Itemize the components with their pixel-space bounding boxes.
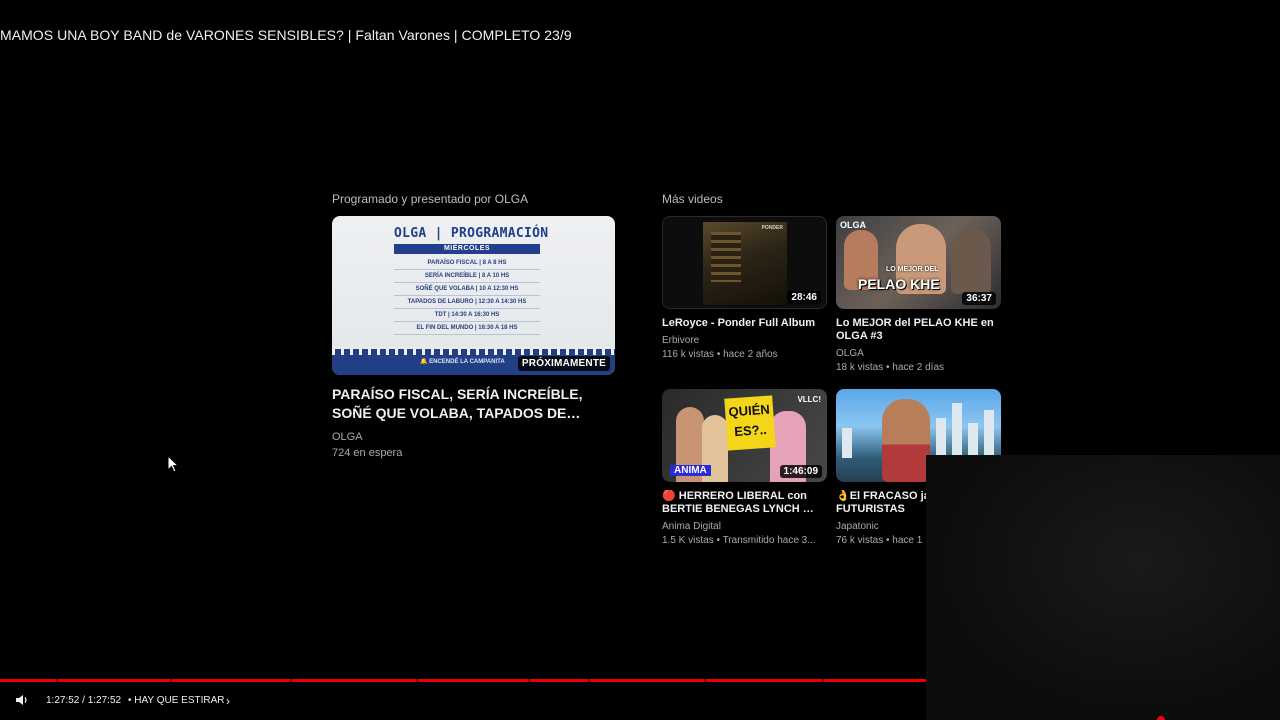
campanita-label: ENCENDÉ LA CAMPANITA: [429, 359, 505, 365]
thumb-program-header: OLGA | PROGRAMACIÓN: [394, 226, 549, 241]
thumb-corner-text: VLLC!: [797, 395, 821, 404]
video-title-link[interactable]: LeRoyce - Ponder Full Album: [662, 317, 827, 330]
upcoming-badge: PRÓXIMAMENTE: [517, 356, 610, 371]
thumb-program-row: PARAÍSO FISCAL | 8 A 8 HS: [394, 257, 540, 270]
video-thumbnail[interactable]: QUIÉN ES?.. VLLC! ANIMA 1:46:09: [662, 389, 827, 482]
chapter-title[interactable]: • HAY QUE ESTIRAR: [128, 695, 224, 706]
chapter-marker: [56, 679, 58, 682]
progress-bar[interactable]: [0, 679, 926, 682]
thumb-person: [951, 228, 991, 294]
video-channel[interactable]: Anima Digital: [662, 520, 827, 534]
video-thumbnail[interactable]: PONDER 28:46: [662, 216, 827, 309]
thumb-program-row: TAPADOS DE LABURO | 12:30 A 14:30 HS: [394, 296, 540, 309]
video-title-link[interactable]: Lo MEJOR del PELAO KHE en OLGA #3: [836, 317, 1001, 343]
video-duration: 36:37: [962, 292, 996, 305]
thumb-channel-tag: ANIMA: [670, 465, 711, 476]
video-card[interactable]: PONDER 28:46 LeRoyce - Ponder Full Album…: [662, 216, 827, 362]
video-stats: 116 k vistas • hace 2 años: [662, 349, 778, 360]
time-display: 1:27:52 / 1:27:52: [46, 695, 122, 706]
featured-scheduled-video[interactable]: OLGA | PROGRAMACIÓN MIÉRCOLES PARAÍSO FI…: [332, 216, 615, 461]
mouse-cursor-icon: [167, 455, 179, 473]
video-stats: 1.5 K vistas • Transmitido hace 3...: [662, 535, 816, 546]
featured-waiting-count: 724 en espera: [332, 447, 403, 459]
featured-channel[interactable]: OLGA: [332, 429, 615, 445]
player-end-screen: MAMOS UNA BOY BAND de VARONES SENSIBLES?…: [0, 0, 1280, 720]
album-cover: PONDER: [703, 222, 787, 305]
video-card[interactable]: QUIÉN ES?.. VLLC! ANIMA 1:46:09 🔴 HERRER…: [662, 389, 827, 548]
thumb-program-day: MIÉRCOLES: [394, 244, 540, 254]
more-videos-label: Más videos: [662, 192, 723, 206]
featured-title[interactable]: PARAÍSO FISCAL, SERÍA INCREÍBLE, SOÑÉ QU…: [332, 385, 615, 423]
video-channel[interactable]: OLGA: [836, 347, 1001, 361]
video-title: MAMOS UNA BOY BAND de VARONES SENSIBLES?…: [0, 27, 572, 43]
scheduled-section-label: Programado y presentado por OLGA: [332, 192, 529, 206]
thumb-big-title: PELAO KHE: [858, 276, 940, 292]
chapter-marker: [588, 679, 590, 682]
video-duration: 1:46:09: [779, 465, 822, 478]
thumb-building: [952, 403, 962, 458]
thumb-program-row: EL FIN DEL MUNDO | 16:30 A 18 HS: [394, 322, 540, 335]
thumb-person: [882, 399, 930, 482]
volume-icon[interactable]: [14, 692, 30, 708]
video-title-link[interactable]: 🔴 HERRERO LIBERAL con BERTIE BENEGAS LYN…: [662, 490, 827, 516]
cover-text: PONDER: [761, 225, 783, 231]
video-stats: 18 k vistas • hace 2 días: [836, 362, 945, 373]
thumb-campanita-text: 🔔 ENCENDÉ LA CAMPANITA: [420, 359, 505, 365]
chapter-marker: [170, 679, 172, 682]
chapter-marker: [822, 679, 824, 682]
player-controls: 1:27:52 / 1:27:52 • HAY QUE ESTIRAR ›: [0, 686, 926, 716]
thumb-channel-tag: OLGA: [840, 220, 866, 230]
mini-player-overlay[interactable]: [926, 455, 1280, 720]
cover-shelf: [711, 232, 741, 282]
thumb-building: [842, 428, 852, 458]
thumb-building: [968, 423, 978, 458]
video-channel[interactable]: Erbivore: [662, 334, 827, 348]
chevron-right-icon[interactable]: ›: [226, 694, 230, 708]
video-thumbnail[interactable]: OLGA LO MEJOR DEL PELAO KHE 36:37: [836, 216, 1001, 309]
featured-thumbnail[interactable]: OLGA | PROGRAMACIÓN MIÉRCOLES PARAÍSO FI…: [332, 216, 615, 375]
chapter-marker: [528, 679, 530, 682]
record-indicator: [1157, 716, 1165, 720]
chapter-marker: [416, 679, 418, 682]
thumb-program-list: PARAÍSO FISCAL | 8 A 8 HS SERÍA INCREÍBL…: [394, 257, 540, 335]
video-card[interactable]: OLGA LO MEJOR DEL PELAO KHE 36:37 Lo MEJ…: [836, 216, 1001, 375]
chapter-marker: [704, 679, 706, 682]
thumb-small-title: LO MEJOR DEL: [886, 266, 939, 273]
thumb-program-row: SOÑÉ QUE VOLABA | 10 A 12:30 HS: [394, 283, 540, 296]
thumb-program-row: TDT | 14:30 A 16:30 HS: [394, 309, 540, 322]
thumb-question-box: QUIÉN ES?..: [724, 395, 776, 451]
thumb-building: [936, 418, 946, 458]
thumb-program-row: SERÍA INCREÍBLE | 8 A 10 HS: [394, 270, 540, 283]
thumb-building: [984, 410, 994, 458]
notebook-spiral: [332, 349, 615, 355]
video-duration: 28:46: [787, 291, 821, 304]
chapter-marker: [290, 679, 292, 682]
